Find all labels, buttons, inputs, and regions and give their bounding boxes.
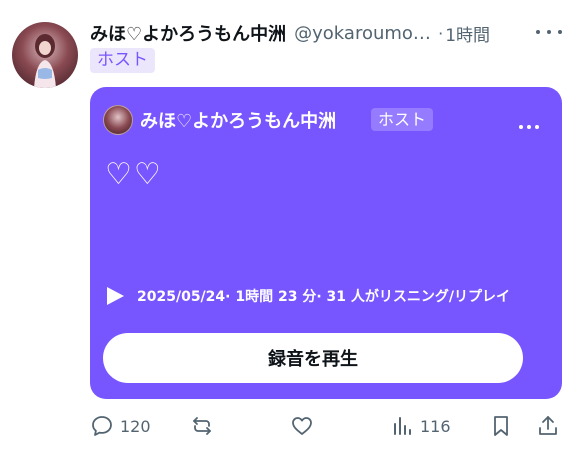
views-icon: [394, 417, 411, 435]
bookmark-icon: [494, 416, 508, 436]
space-title: ♡♡: [105, 157, 163, 192]
author-handle[interactable]: @yokaroumon_nakasu: [294, 23, 436, 44]
play-recording-button[interactable]: 録音を再生: [103, 333, 523, 383]
host-name: みほ♡よかろうもん中洲: [140, 111, 337, 132]
play-icon: [107, 287, 124, 305]
like-icon: [292, 417, 312, 435]
views-count: 116: [420, 416, 451, 436]
repost-button[interactable]: [190, 412, 214, 440]
more-options-icon[interactable]: [536, 22, 562, 42]
share-icon: [539, 416, 557, 435]
views-button[interactable]: 116: [390, 412, 451, 440]
like-button[interactable]: [290, 412, 314, 440]
post-header: みほ♡よかろうもん中洲 @yokaroumon_nakasu · 1時間: [90, 20, 490, 46]
card-more-icon[interactable]: [519, 124, 539, 130]
avatar[interactable]: [12, 22, 78, 88]
share-button[interactable]: [536, 412, 560, 440]
post-time[interactable]: 1時間: [445, 21, 490, 46]
author-name[interactable]: みほ♡よかろうもん中洲: [90, 20, 286, 46]
separator: ·: [438, 23, 444, 43]
space-card[interactable]: みほ♡よかろうもん中洲 ホスト ♡♡ 2025/05/24· 1時間 23 分·…: [90, 87, 562, 399]
action-bar: 120 116: [90, 412, 562, 440]
repost-icon: [193, 417, 211, 435]
reply-count: 120: [120, 416, 151, 436]
reply-button[interactable]: 120: [90, 412, 151, 440]
host-badge: ホスト: [90, 48, 155, 73]
bookmark-button[interactable]: [489, 412, 513, 440]
space-meta-text: 2025/05/24· 1時間 23 分· 31 人がリスニング/リプレイ: [137, 289, 510, 305]
reply-icon: [92, 416, 112, 436]
host-badge-card: ホスト: [371, 108, 434, 131]
space-meta: 2025/05/24· 1時間 23 分· 31 人がリスニング/リプレイ: [105, 284, 510, 308]
host-avatar: [103, 105, 133, 135]
avatar-image: [34, 34, 56, 88]
